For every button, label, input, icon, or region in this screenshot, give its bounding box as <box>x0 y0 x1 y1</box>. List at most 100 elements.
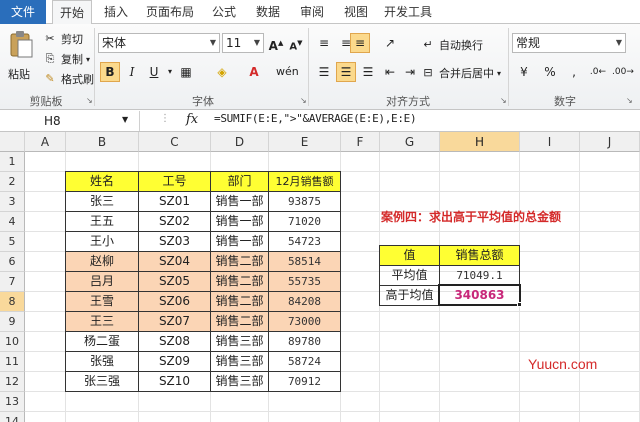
table-cell[interactable]: 销售二部 <box>211 312 269 332</box>
table-cell[interactable]: 58724 <box>269 352 341 372</box>
table-cell[interactable]: SZ10 <box>139 372 211 392</box>
alignment-launcher-icon[interactable]: ↘ <box>500 96 507 105</box>
worksheet-grid[interactable]: A B C D E F G H I J 1 2 3 4 5 6 7 8 9 10… <box>0 132 640 422</box>
table-cell[interactable]: SZ04 <box>139 252 211 272</box>
selected-result-cell[interactable]: 340863 <box>440 286 520 306</box>
tab-developer[interactable]: 开发工具 <box>380 0 436 24</box>
orientation-icon[interactable]: ↗ <box>380 33 400 53</box>
align-center-icon[interactable]: ☰ <box>336 62 356 82</box>
column-header[interactable]: D <box>211 132 269 152</box>
table-cell[interactable]: 84208 <box>269 292 341 312</box>
font-size-select[interactable]: 11 ▼ <box>222 33 264 53</box>
table-cell[interactable]: 70912 <box>269 372 341 392</box>
tab-file[interactable]: 文件 <box>0 0 46 24</box>
table-cell[interactable]: SZ03 <box>139 232 211 252</box>
tab-insert[interactable]: 插入 <box>96 0 136 24</box>
align-top-icon[interactable]: ≡ <box>314 33 334 53</box>
row-header[interactable]: 12 <box>0 372 25 392</box>
decrease-indent-icon[interactable]: ⇤ <box>380 62 400 82</box>
tab-view[interactable]: 视图 <box>336 0 376 24</box>
table-cell[interactable]: 销售一部 <box>211 232 269 252</box>
align-left-icon[interactable]: ☰ <box>314 62 334 82</box>
table-header-cell[interactable]: 12月销售额 <box>269 172 341 192</box>
table-header-cell[interactable]: 部门 <box>211 172 269 192</box>
row-header[interactable]: 8 <box>0 292 25 312</box>
align-bottom-icon[interactable]: ≡ <box>350 33 370 53</box>
decrease-decimal-icon[interactable]: .00→ <box>612 62 634 82</box>
column-header[interactable]: G <box>380 132 440 152</box>
table-cell[interactable]: 王五 <box>66 212 139 232</box>
row-header[interactable]: 1 <box>0 152 25 172</box>
column-header[interactable]: I <box>520 132 580 152</box>
phonetic-icon[interactable]: wén <box>276 62 299 82</box>
result-label-cell[interactable]: 平均值 <box>380 266 440 286</box>
percent-icon[interactable]: % <box>540 62 560 82</box>
table-cell[interactable]: 张三强 <box>66 372 139 392</box>
table-cell[interactable]: 73000 <box>269 312 341 332</box>
column-header[interactable]: H <box>440 132 520 152</box>
table-cell[interactable]: 89780 <box>269 332 341 352</box>
format-painter-button[interactable]: ✎ 格式刷 <box>42 70 94 88</box>
table-cell[interactable]: 张三 <box>66 192 139 212</box>
italic-button[interactable]: I <box>122 62 142 82</box>
table-cell[interactable]: 销售一部 <box>211 212 269 232</box>
result-header-cell[interactable]: 值 <box>380 246 440 266</box>
column-header[interactable]: A <box>25 132 66 152</box>
tab-data[interactable]: 数据 <box>248 0 288 24</box>
tab-home[interactable]: 开始 <box>52 0 92 25</box>
align-right-icon[interactable]: ☰ <box>358 62 378 82</box>
table-cell[interactable]: SZ07 <box>139 312 211 332</box>
row-header[interactable]: 13 <box>0 392 25 412</box>
row-header[interactable]: 9 <box>0 312 25 332</box>
table-cell[interactable]: 销售二部 <box>211 272 269 292</box>
merge-center-button[interactable]: ⊟ 合并后居中 ▾ <box>420 64 501 82</box>
grow-font-button[interactable]: A▲ <box>266 33 286 53</box>
table-cell[interactable]: SZ02 <box>139 212 211 232</box>
table-header-cell[interactable]: 工号 <box>139 172 211 192</box>
column-header[interactable]: J <box>580 132 640 152</box>
column-header[interactable]: F <box>341 132 380 152</box>
row-header[interactable]: 6 <box>0 252 25 272</box>
table-cell[interactable]: 93875 <box>269 192 341 212</box>
select-all-corner[interactable] <box>0 132 25 152</box>
row-header[interactable]: 2 <box>0 172 25 192</box>
wrap-text-button[interactable]: ↵ 自动换行 <box>420 36 483 54</box>
table-cell[interactable]: SZ08 <box>139 332 211 352</box>
table-cell[interactable]: 赵柳 <box>66 252 139 272</box>
font-name-select[interactable]: 宋体 ▼ <box>98 33 220 53</box>
average-value-cell[interactable]: 71049.1 <box>440 266 520 286</box>
table-cell[interactable]: 销售一部 <box>211 192 269 212</box>
bold-button[interactable]: B <box>100 62 120 82</box>
shrink-font-button[interactable]: A▼ <box>286 33 306 53</box>
table-cell[interactable]: 吕月 <box>66 272 139 292</box>
table-cell[interactable]: 杨二蛋 <box>66 332 139 352</box>
table-cell[interactable]: SZ06 <box>139 292 211 312</box>
fill-handle[interactable] <box>517 302 522 307</box>
table-cell[interactable]: 销售二部 <box>211 292 269 312</box>
tab-formulas[interactable]: 公式 <box>204 0 244 24</box>
row-header[interactable]: 4 <box>0 212 25 232</box>
formula-input[interactable]: =SUMIF(E:E,">"&AVERAGE(E:E),E:E) <box>214 112 417 125</box>
table-cell[interactable]: 张强 <box>66 352 139 372</box>
font-color-icon[interactable]: A <box>244 62 264 82</box>
row-header[interactable]: 3 <box>0 192 25 212</box>
table-cell[interactable]: 王小 <box>66 232 139 252</box>
row-header[interactable]: 5 <box>0 232 25 252</box>
currency-icon[interactable]: ¥ <box>514 62 534 82</box>
number-launcher-icon[interactable]: ↘ <box>626 96 633 105</box>
column-header[interactable]: E <box>269 132 341 152</box>
table-cell[interactable]: 王三 <box>66 312 139 332</box>
table-cell[interactable]: 58514 <box>269 252 341 272</box>
fx-icon[interactable]: fx <box>186 112 198 127</box>
cut-button[interactable]: ✂ 剪切 <box>42 30 83 48</box>
row-header[interactable]: 10 <box>0 332 25 352</box>
table-cell[interactable]: 王雪 <box>66 292 139 312</box>
table-cell[interactable]: 销售二部 <box>211 252 269 272</box>
column-header[interactable]: C <box>139 132 211 152</box>
increase-decimal-icon[interactable]: .0← <box>588 62 608 82</box>
tab-review[interactable]: 审阅 <box>292 0 332 24</box>
copy-button[interactable]: ⎘ 复制 ▾ <box>42 50 90 68</box>
tab-page-layout[interactable]: 页面布局 <box>140 0 200 24</box>
table-cell[interactable]: 55735 <box>269 272 341 292</box>
table-cell[interactable]: 71020 <box>269 212 341 232</box>
